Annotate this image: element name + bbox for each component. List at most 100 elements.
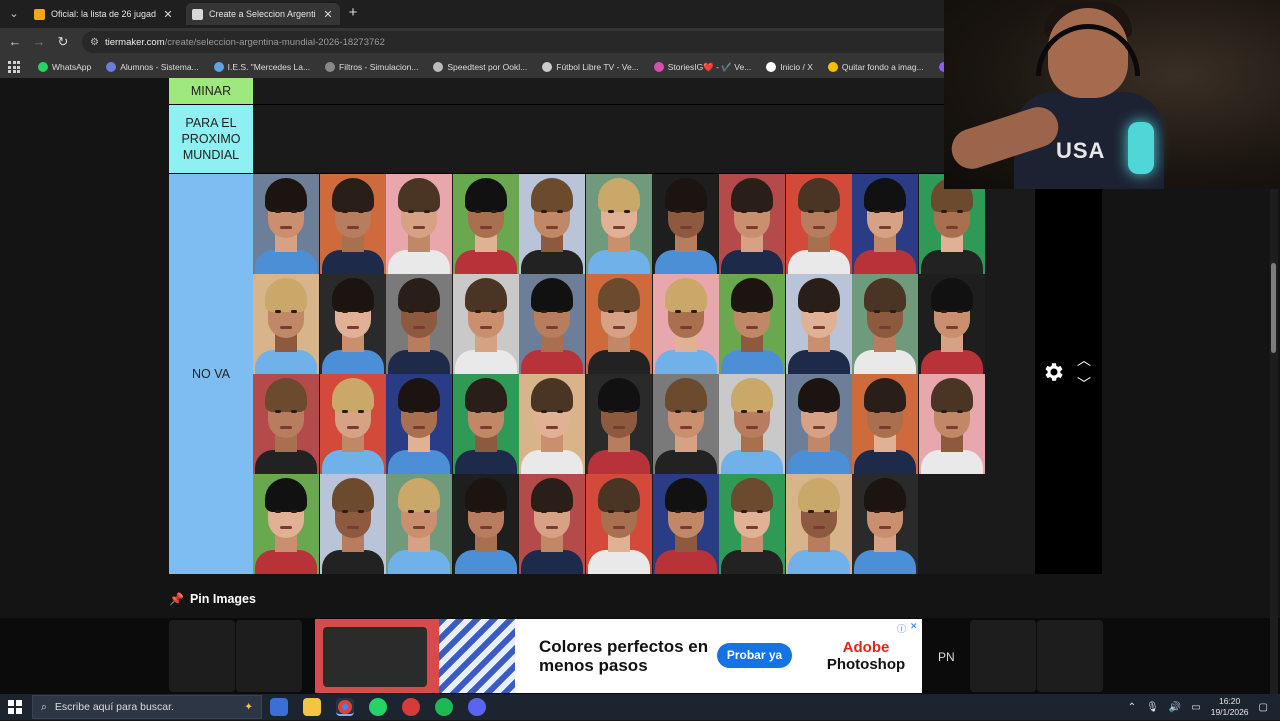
pinned-image[interactable]: [970, 620, 1036, 692]
player-portrait[interactable]: [452, 174, 519, 274]
move-down-chevron-icon[interactable]: ﹀: [1075, 374, 1093, 394]
player-portrait[interactable]: [253, 374, 319, 474]
chrome-app-icon[interactable]: [336, 698, 354, 716]
player-portrait[interactable]: [719, 374, 786, 474]
bookmark-item[interactable]: Speedtest por Ookl...: [433, 62, 527, 72]
close-tab-icon[interactable]: ✕: [322, 8, 334, 21]
tier-label-minar[interactable]: MINAR: [169, 78, 253, 104]
adobe-ad-banner[interactable]: Colores perfectos en menos pasos Probar …: [315, 619, 922, 693]
player-portrait[interactable]: [919, 374, 985, 474]
address-bar[interactable]: ⚙ tiermaker.com /create/seleccion-argent…: [82, 31, 944, 53]
player-portrait[interactable]: [319, 474, 386, 574]
bookmark-item[interactable]: StoriesIG❤️ - ✔️ Ve...: [653, 62, 751, 73]
player-portrait[interactable]: [452, 474, 519, 574]
tray-chevron-icon[interactable]: ⌃: [1128, 702, 1136, 713]
microphone-icon[interactable]: 🎙: [1146, 702, 1159, 713]
site-info-icon[interactable]: ⚙: [90, 37, 99, 48]
player-portrait[interactable]: [852, 374, 919, 474]
page-scrollbar[interactable]: [1270, 189, 1278, 694]
scrollbar-thumb[interactable]: [1271, 263, 1276, 353]
recorder-app-icon[interactable]: [402, 698, 420, 716]
bookmark-label: Fútbol Libre TV - Ve...: [556, 62, 639, 72]
network-icon[interactable]: ▭: [1191, 702, 1200, 713]
player-portrait[interactable]: [319, 374, 386, 474]
player-portrait[interactable]: [919, 174, 985, 274]
player-portrait[interactable]: [719, 474, 786, 574]
player-portrait[interactable]: [253, 474, 319, 574]
bookmark-item[interactable]: Quitar fondo a imag...: [827, 62, 924, 72]
bookmark-item[interactable]: I.E.S. "Mercedes La...: [213, 62, 310, 72]
player-portrait[interactable]: [386, 374, 453, 474]
ad-cta-button[interactable]: Probar ya: [717, 643, 792, 668]
tab-search-icon[interactable]: ⌄: [4, 4, 24, 24]
player-portrait[interactable]: [785, 374, 852, 474]
player-portrait[interactable]: [919, 274, 985, 374]
spotify-app-icon[interactable]: [435, 698, 453, 716]
taskbar-clock[interactable]: 16:20 19/1/2026: [1211, 696, 1249, 718]
player-portrait[interactable]: [852, 474, 919, 574]
bookmark-favicon-icon: [38, 62, 48, 72]
player-portrait[interactable]: [253, 174, 319, 274]
player-portrait[interactable]: [386, 174, 453, 274]
player-portrait[interactable]: [319, 174, 386, 274]
pinned-image[interactable]: [169, 620, 235, 692]
player-portrait[interactable]: [519, 374, 586, 474]
player-portrait[interactable]: [586, 274, 652, 374]
tier-label-proximo-mundial[interactable]: PARA EL PROXIMO MUNDIAL: [169, 105, 253, 173]
tier-items-no-va[interactable]: [253, 174, 1102, 574]
player-portrait[interactable]: [519, 174, 586, 274]
tab-oficial-lista[interactable]: Oficial: la lista de 26 jugadores ✕: [28, 3, 180, 25]
pinned-image[interactable]: [236, 620, 302, 692]
gear-icon[interactable]: [1041, 360, 1065, 384]
move-up-chevron-icon[interactable]: ︿: [1075, 350, 1093, 370]
player-portrait[interactable]: [586, 374, 652, 474]
back-arrow-icon[interactable]: ←: [6, 33, 24, 51]
file-explorer-icon[interactable]: [303, 698, 321, 716]
ad-close-icon[interactable]: ✕: [910, 621, 920, 631]
player-portrait[interactable]: [852, 274, 919, 374]
player-portrait[interactable]: [785, 474, 852, 574]
copilot-sparkle-icon[interactable]: ✦: [244, 701, 253, 713]
player-portrait[interactable]: [253, 274, 319, 374]
player-portrait[interactable]: [785, 174, 852, 274]
pinned-image[interactable]: [1037, 620, 1103, 692]
player-portrait[interactable]: [519, 474, 586, 574]
tier-label-no-va[interactable]: NO VA: [169, 174, 253, 574]
player-portrait[interactable]: [652, 374, 719, 474]
discord-app-icon[interactable]: [468, 698, 486, 716]
player-portrait[interactable]: [652, 474, 719, 574]
player-portrait[interactable]: [652, 174, 719, 274]
ad-info-icon[interactable]: ⓘ: [897, 622, 907, 634]
pushpin-icon: 📌: [169, 592, 184, 606]
bookmark-item[interactable]: Alumnos - Sistema...: [106, 62, 199, 72]
close-tab-icon[interactable]: ✕: [162, 8, 174, 21]
player-portrait[interactable]: [452, 374, 519, 474]
player-portrait[interactable]: [719, 274, 786, 374]
player-portrait[interactable]: [586, 174, 652, 274]
reload-icon[interactable]: ↻: [54, 33, 72, 51]
tab-tiermaker[interactable]: Create a Seleccion Argentina M ✕: [186, 3, 340, 25]
player-portrait[interactable]: [386, 474, 453, 574]
player-portrait[interactable]: [452, 274, 519, 374]
player-portrait[interactable]: [319, 274, 386, 374]
forward-arrow-icon[interactable]: →: [30, 33, 48, 51]
bookmark-item[interactable]: WhatsApp: [38, 62, 91, 72]
player-portrait[interactable]: [852, 174, 919, 274]
bookmark-item[interactable]: Inicio / X: [766, 62, 813, 72]
player-portrait[interactable]: [785, 274, 852, 374]
player-portrait[interactable]: [719, 174, 786, 274]
bookmark-item[interactable]: Filtros - Simulacion...: [325, 62, 418, 72]
volume-icon[interactable]: 🔊: [1169, 702, 1181, 713]
new-tab-icon[interactable]: +: [344, 4, 362, 22]
store-app-icon[interactable]: [270, 698, 288, 716]
bookmark-item[interactable]: Fútbol Libre TV - Ve...: [542, 62, 639, 72]
player-portrait[interactable]: [652, 274, 719, 374]
apps-grid-icon[interactable]: [8, 60, 20, 74]
player-portrait[interactable]: [386, 274, 453, 374]
player-portrait[interactable]: [586, 474, 652, 574]
taskbar-search-box[interactable]: ⌕ Escribe aquí para buscar. ✦: [32, 695, 262, 719]
whatsapp-app-icon[interactable]: [369, 698, 387, 716]
notifications-icon[interactable]: ▢: [1259, 702, 1268, 713]
player-portrait[interactable]: [519, 274, 586, 374]
windows-start-icon[interactable]: [8, 700, 22, 714]
